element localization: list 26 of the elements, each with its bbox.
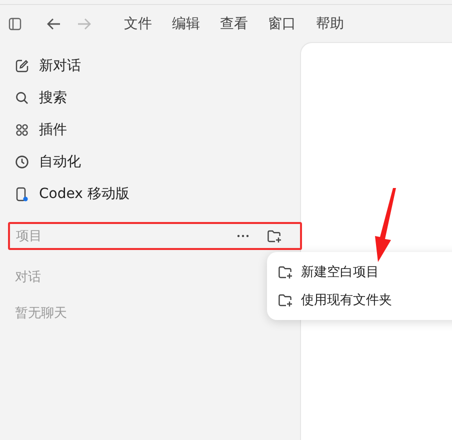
menu-item[interactable]: 编辑	[172, 14, 200, 32]
menu-option[interactable]: 使用现有文件夹	[301, 291, 392, 309]
more-icon[interactable]	[237, 234, 249, 238]
add-folder-icon[interactable]	[267, 230, 282, 242]
sidebar-item[interactable]: 自动化	[39, 153, 81, 171]
search-icon	[15, 91, 29, 105]
plugins-icon	[15, 123, 29, 137]
sidebar-toggle-icon[interactable]	[8, 16, 22, 30]
section-label: 对话	[15, 269, 41, 286]
menu-option[interactable]: 新建空白项目	[301, 263, 379, 281]
add-folder-icon	[278, 294, 293, 306]
clock-icon	[15, 155, 29, 169]
sidebar-item[interactable]: 新对话	[39, 57, 81, 75]
compose-icon	[15, 59, 29, 73]
phone-icon	[15, 186, 29, 202]
menu-item[interactable]: 帮助	[316, 14, 344, 32]
add-folder-icon	[278, 266, 293, 278]
sidebar-item[interactable]: 搜索	[39, 89, 67, 107]
empty-message: 暂无聊天	[15, 305, 67, 322]
menu-item[interactable]: 查看	[220, 14, 248, 32]
menu-item[interactable]: 窗口	[268, 14, 296, 32]
back-arrow-icon[interactable]	[46, 16, 62, 30]
sidebar-item[interactable]: Codex 移动版	[39, 185, 130, 203]
section-label: 项目	[16, 228, 43, 245]
menu-item[interactable]: 文件	[124, 14, 152, 32]
sidebar-item[interactable]: 插件	[39, 121, 67, 139]
